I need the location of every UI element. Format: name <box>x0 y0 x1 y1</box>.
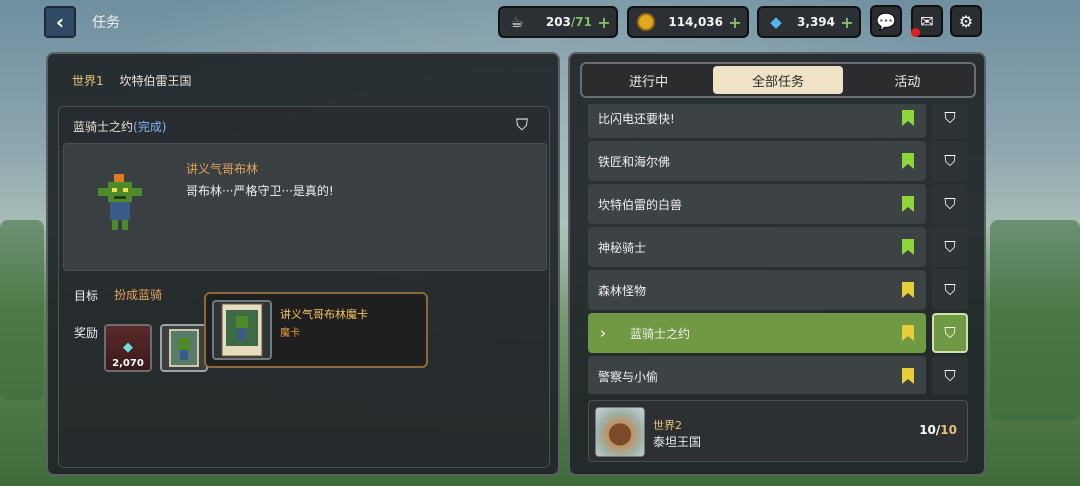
reward-gem-count: 2,070 <box>112 358 144 369</box>
background-block <box>0 220 44 400</box>
crest-shield-icon: ⛉ <box>932 356 968 394</box>
add-gem-button[interactable]: + <box>839 13 855 32</box>
quest-name: 蓝骑士之约 <box>630 326 691 341</box>
reward-gem[interactable]: ◆ 2,070 <box>104 324 152 372</box>
stamina-counter: ☕ 203/71 + <box>498 6 618 38</box>
mail-icon: ✉ <box>920 11 934 31</box>
tab-in-progress[interactable]: 进行中 <box>584 66 713 94</box>
list-item[interactable]: 铁匠和海尔佛 ⛉ <box>588 141 968 181</box>
quest-name: 森林怪物 <box>598 283 647 298</box>
gold-counter: 114,036 + <box>627 6 749 38</box>
crest-shield-icon: ⛉ <box>932 141 968 181</box>
gem-counter: ◆ 3,394 + <box>757 6 861 38</box>
tab-bar: 进行中 全部任务 活动 <box>580 62 976 98</box>
bookmark-flag-icon <box>902 282 914 298</box>
bookmark-flag-icon <box>902 196 914 212</box>
coffee-cup-icon: ☕ <box>510 13 524 31</box>
page-title: 任务 <box>92 15 120 31</box>
tab-events[interactable]: 活动 <box>843 66 972 94</box>
chat-button[interactable]: 💬 <box>870 5 902 37</box>
add-gold-button[interactable]: + <box>727 13 743 32</box>
bookmark-flag-icon <box>902 239 914 255</box>
quest-name: 坎特伯雷的白兽 <box>598 197 683 212</box>
background-block <box>990 220 1080 420</box>
diamond-icon: ◆ <box>123 340 133 355</box>
back-button[interactable]: ‹ <box>44 6 76 38</box>
bookmark-flag-icon <box>902 153 914 169</box>
quest-name: 神秘骑士 <box>598 240 647 255</box>
list-item[interactable]: 森林怪物 ⛉ <box>588 270 968 310</box>
world-thumbnail <box>595 407 645 457</box>
crest-shield-icon: ⛉ <box>932 227 968 267</box>
goblin-card-icon <box>169 329 199 367</box>
world-label: 世界2 <box>653 419 682 432</box>
quest-name: 比闪电还要快! <box>598 111 675 126</box>
settings-button[interactable]: ⚙ <box>950 5 982 37</box>
gem-value: 3,394 <box>797 15 835 29</box>
reward-label: 奖励 <box>74 326 99 340</box>
list-item[interactable]: 神秘骑士 ⛉ <box>588 227 968 267</box>
list-item-active[interactable]: › 蓝骑士之约 ⛉ <box>588 313 968 353</box>
quest-status: (完成) <box>133 120 167 134</box>
tooltip-title: 讲义气哥布林魔卡 <box>280 308 368 321</box>
goal-label: 目标 <box>74 289 99 303</box>
tooltip-type: 魔卡 <box>280 328 300 339</box>
stamina-value: 203 <box>545 15 571 29</box>
gold-value: 114,036 <box>668 15 723 29</box>
crest-shield-icon: ⛉ <box>932 104 968 138</box>
bookmark-flag-icon <box>902 325 914 341</box>
next-world-card[interactable]: 世界2 泰坦王国 10/10 <box>588 400 968 462</box>
tab-all-quests[interactable]: 全部任务 <box>713 66 843 94</box>
kingdom-name: 坎特伯雷王国 <box>119 74 192 88</box>
list-item[interactable]: 坎特伯雷的白兽 ⛉ <box>588 184 968 224</box>
diamond-icon: ◆ <box>770 13 782 31</box>
world-name: 泰坦王国 <box>653 435 702 449</box>
quest-name: 铁匠和海尔佛 <box>598 154 671 169</box>
back-arrow-icon: ‹ <box>55 10 65 34</box>
chat-icon: 💬 <box>876 11 896 31</box>
crest-shield-icon: ⛉ <box>932 313 968 353</box>
card-tooltip: 讲义气哥布林魔卡 魔卡 <box>204 292 428 368</box>
reward-card[interactable] <box>160 324 208 372</box>
crest-shield-icon: ⛉ <box>932 270 968 310</box>
gold-coin-icon <box>635 11 657 33</box>
stamina-max: 71 <box>575 15 592 29</box>
mail-button[interactable]: ✉ <box>911 5 943 37</box>
goblin-portrait <box>94 172 146 236</box>
chevron-right-icon: › <box>600 324 606 342</box>
crest-shield-icon: ⛉ <box>515 115 528 134</box>
quest-list[interactable]: 比闪电还要快! ⛉ 铁匠和海尔佛 ⛉ 坎特伯雷的白兽 ⛉ 神秘骑士 ⛉ 森林怪物… <box>588 104 968 394</box>
crest-shield-icon: ⛉ <box>932 184 968 224</box>
world-progress: 10/10 <box>919 423 957 437</box>
settings-gear-icon: ⚙ <box>958 11 974 31</box>
speech-text: 哥布林···严格守卫···是真的! <box>186 184 334 198</box>
bookmark-flag-icon <box>902 110 914 126</box>
quest-detail-panel: 世界1 坎特伯雷王国 蓝骑士之约(完成) ⛉ 讲义气哥布林 哥布林···严格守卫… <box>46 52 560 476</box>
bookmark-flag-icon <box>902 368 914 384</box>
speaker-name: 讲义气哥布林 <box>186 162 259 176</box>
quest-title: 蓝骑士之约(完成) <box>73 120 167 134</box>
goal-text: 扮成蓝骑 <box>114 288 163 302</box>
breadcrumb: 世界1 坎特伯雷王国 <box>72 72 191 89</box>
goblin-card-image <box>212 300 272 360</box>
quest-list-panel: 进行中 全部任务 活动 比闪电还要快! ⛉ 铁匠和海尔佛 ⛉ 坎特伯雷的白兽 ⛉… <box>568 52 986 476</box>
dialog-box: 讲义气哥布林 哥布林···严格守卫···是真的! <box>63 143 547 271</box>
list-item[interactable]: 警察与小偷 ⛉ <box>588 356 968 394</box>
add-stamina-button[interactable]: + <box>596 13 612 32</box>
quest-name: 警察与小偷 <box>598 369 659 384</box>
top-bar: ‹ 任务 ☕ 203/71 + 114,036 + ◆ 3,394 + 💬 ✉ … <box>0 0 1080 44</box>
world-label: 世界1 <box>72 74 104 88</box>
list-item[interactable]: 比闪电还要快! ⛉ <box>588 104 968 138</box>
notification-dot <box>911 28 920 37</box>
